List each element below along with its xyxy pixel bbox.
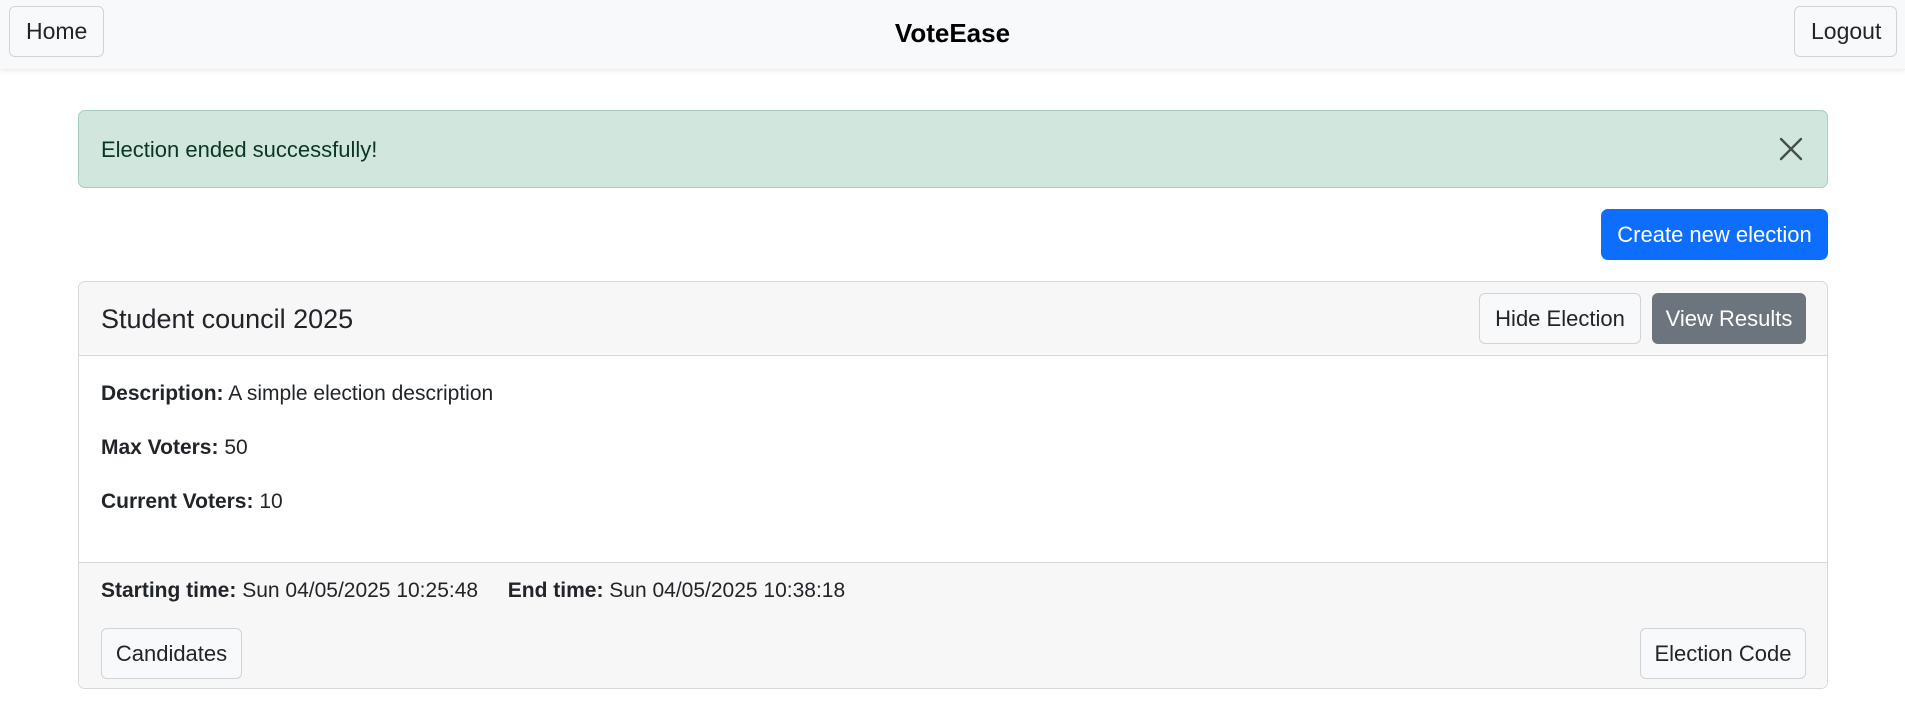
election-title: Student council 2025 <box>101 304 354 334</box>
home-button[interactable]: Home <box>9 6 104 57</box>
close-icon[interactable] <box>1775 133 1807 165</box>
success-alert: Election ended successfully! <box>78 110 1828 188</box>
brand-title: VoteEase <box>894 18 1011 48</box>
create-election-button[interactable]: Create new election <box>1601 209 1828 260</box>
start-time-value: Sun 04/05/2025 10:25:48 <box>242 579 479 602</box>
candidates-button[interactable]: Candidates <box>101 628 242 679</box>
start-time-label: Starting time: <box>101 579 237 602</box>
end-time-label: End time: <box>507 579 604 602</box>
description-value: A simple election description <box>228 382 494 405</box>
alert-message: Election ended successfully! <box>101 137 378 162</box>
end-time-value: Sun 04/05/2025 10:38:18 <box>609 579 846 602</box>
election-card-footer: Starting time: Sun 04/05/2025 10:25:48 E… <box>79 562 1827 688</box>
current-voters-label: Current Voters: <box>101 490 254 513</box>
hide-election-button[interactable]: Hide Election <box>1479 293 1641 344</box>
description-label: Description: <box>101 382 224 405</box>
election-card-header: Student council 2025 Hide Election View … <box>79 282 1827 356</box>
view-results-button[interactable]: View Results <box>1652 293 1806 344</box>
election-card-body: Description: A simple election descripti… <box>79 356 1827 562</box>
election-times: Starting time: Sun 04/05/2025 10:25:48 E… <box>101 579 845 603</box>
max-voters-row: Max Voters: 50 <box>101 436 248 460</box>
logout-button[interactable]: Logout <box>1794 6 1897 57</box>
max-voters-label: Max Voters: <box>101 436 219 459</box>
election-code-button[interactable]: Election Code <box>1640 628 1806 679</box>
description-row: Description: A simple election descripti… <box>101 382 493 406</box>
election-card: Student council 2025 Hide Election View … <box>78 281 1828 689</box>
current-voters-value: 10 <box>259 490 283 513</box>
navbar: VoteEase Home Logout <box>0 0 1905 70</box>
current-voters-row: Current Voters: 10 <box>101 490 283 514</box>
max-voters-value: 50 <box>224 436 248 459</box>
